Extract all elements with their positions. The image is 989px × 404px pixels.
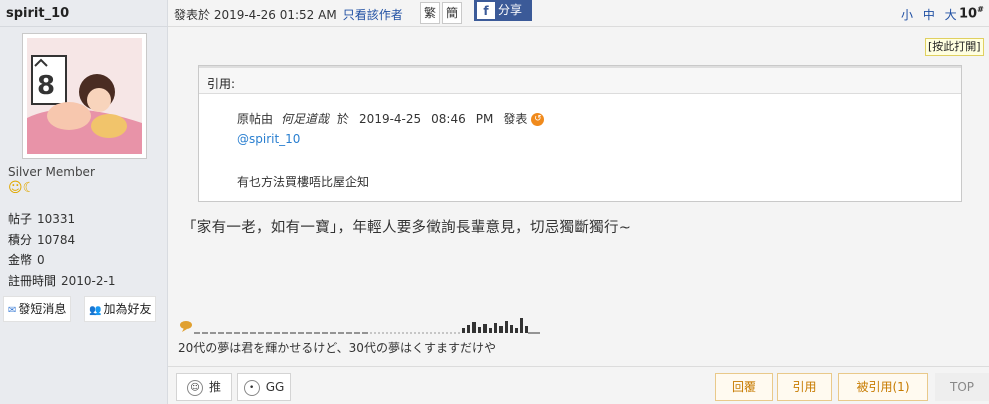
font-size-links[interactable]: 小 中 大 — [901, 6, 960, 23]
signature-banner — [180, 316, 550, 336]
quote-at: 於 — [337, 112, 350, 126]
stat-posts: 帖子 10331 — [8, 209, 115, 230]
post-header: 發表於 2019-4-26 01:52 AM 只看該作者 繁 簡 f 分享 小 中 … — [168, 0, 989, 27]
author-sidebar: spirit_10 8 Silver Member ☺☾ 帖子 10331 積分… — [0, 0, 168, 404]
stat-label: 積分 — [8, 232, 33, 247]
share-label: 分享 — [498, 3, 523, 17]
gg-button[interactable]: • GG — [237, 373, 291, 401]
floor-value: 10 — [959, 6, 978, 22]
quote-button[interactable]: 引用 — [777, 373, 832, 401]
divider — [0, 26, 168, 27]
reply-button[interactable]: 回覆 — [715, 373, 773, 401]
stat-label: 帖子 — [8, 212, 33, 226]
floor-number[interactable]: 10# — [959, 5, 984, 21]
avatar-image: 8 — [27, 38, 142, 154]
post-container: spirit_10 8 Silver Member ☺☾ 帖子 10331 積分… — [0, 0, 989, 404]
member-rank: Silver Member — [8, 165, 95, 179]
quote-mention[interactable]: @spirit_10 — [237, 132, 300, 146]
rank-icons: ☺☾ — [8, 180, 35, 196]
quoted-button[interactable]: 被引用(1) — [838, 373, 928, 401]
actions-divider — [168, 366, 989, 367]
quote-meta: 原帖由 何足道哉於 2019-4-25 08:46 PM 發表 ↺ — [237, 110, 545, 127]
post-content: 「家有一老，如有一寶」，年輕人要多徵詢長輩意見，切忌獨斷獨行~ — [182, 220, 632, 236]
jump-to-post-icon[interactable]: ↺ — [531, 113, 545, 126]
quote-text: 有乜方法買樓唔比屋企知 — [237, 175, 370, 189]
traditional-button[interactable]: 繁 — [420, 2, 440, 24]
stat-registered: 註冊時間 2010-2-1 — [8, 271, 115, 292]
post-meta: 發表於 2019-4-26 01:52 AM 只看該作者 — [174, 6, 403, 23]
send-pm-label: 發短消息 — [18, 302, 67, 316]
friends-icon: 👥 — [89, 305, 102, 316]
stat-label: 註冊時間 — [8, 273, 57, 288]
quote-posted: 發表 — [503, 112, 528, 126]
quote-header: 引用: — [199, 66, 961, 94]
stat-value: 0 — [37, 253, 45, 267]
quote-box: 引用: 原帖由 何足道哉於 2019-4-25 08:46 PM 發表 ↺ @spirit_… — [198, 65, 962, 202]
push-label: 推 — [208, 380, 221, 394]
only-author-link[interactable]: 只看該作者 — [343, 8, 403, 22]
author-name[interactable]: spirit_10 — [6, 6, 69, 21]
floor-mark: # — [977, 5, 984, 14]
envelope-icon: ✉ — [8, 305, 17, 316]
open-link-button[interactable]: [按此打開] — [925, 38, 984, 56]
smile-icon: ☺ — [186, 379, 203, 396]
add-friend-label: 加為好友 — [103, 302, 152, 316]
stat-value: 10784 — [37, 232, 76, 247]
stat-value: 2010-2-1 — [61, 273, 116, 288]
post-date: 發表於 2019-4-26 01:52 AM — [174, 8, 337, 22]
signature-text: 20代の夢は君を輝かせるけど、30代の夢はくすますだけや — [178, 341, 496, 355]
sun-icon: ☺ — [8, 180, 23, 196]
quote-origin-label: 原帖由 — [237, 112, 274, 126]
stat-coins: 金幣 0 — [8, 250, 115, 271]
add-friend-button[interactable]: 👥 加為好友 — [84, 296, 157, 322]
moon-icon: ☾ — [22, 180, 36, 196]
stat-points: 積分 10784 — [8, 230, 115, 251]
svg-text:8: 8 — [37, 71, 55, 101]
quote-ampm: PM — [475, 112, 494, 126]
author-stats: 帖子 10331 積分 10784 金幣 0 註冊時間 2010-2-1 — [8, 209, 115, 291]
pig-icon: • — [243, 379, 260, 396]
facebook-share-button[interactable]: f 分享 — [474, 0, 532, 21]
stat-value: 10331 — [37, 212, 76, 226]
quote-author: 何足道哉 — [281, 112, 330, 126]
facebook-icon: f — [477, 2, 495, 19]
quote-time: 08:46 — [431, 112, 466, 126]
push-button[interactable]: ☺ 推 — [176, 373, 232, 401]
avatar[interactable]: 8 — [22, 33, 147, 159]
send-pm-button[interactable]: ✉ 發短消息 — [3, 296, 72, 322]
simplified-button[interactable]: 簡 — [442, 2, 462, 24]
stat-label: 金幣 — [8, 253, 33, 267]
quote-date: 2019-4-25 — [359, 112, 422, 126]
top-button[interactable]: TOP — [935, 373, 989, 401]
gg-label: GG — [265, 380, 285, 394]
